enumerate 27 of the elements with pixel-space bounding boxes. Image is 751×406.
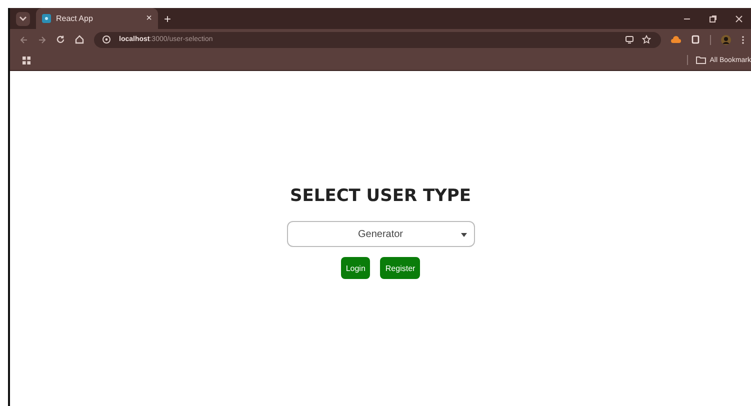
tab-title: React App: [56, 14, 93, 23]
forward-icon[interactable]: [38, 36, 46, 44]
tab-search-button[interactable]: [16, 12, 30, 26]
more-icon[interactable]: [741, 34, 745, 44]
folder-icon: [696, 56, 706, 64]
restore-icon[interactable]: [709, 14, 717, 22]
close-icon[interactable]: [735, 14, 743, 22]
register-button[interactable]: Register: [380, 257, 420, 279]
back-icon[interactable]: [20, 36, 28, 44]
star-icon[interactable]: [642, 35, 651, 44]
cast-icon[interactable]: [625, 35, 634, 44]
login-button[interactable]: Login: [340, 257, 370, 279]
apps-grid-icon[interactable]: [22, 56, 31, 64]
site-info-icon[interactable]: [102, 35, 111, 44]
profile-avatar-icon[interactable]: [721, 34, 731, 44]
page-heading: SELECT USER TYPE: [290, 186, 471, 206]
browser-tab[interactable]: React App ×: [36, 8, 158, 29]
extensions-icon[interactable]: [691, 35, 700, 44]
cloud-icon[interactable]: [671, 35, 681, 44]
caret-icon: [19, 16, 27, 22]
caret-icon: [460, 233, 466, 237]
home-icon[interactable]: [75, 35, 84, 44]
react-logo-icon: [42, 14, 51, 23]
tab-close-button[interactable]: ×: [146, 13, 152, 24]
reload-icon[interactable]: [56, 35, 65, 44]
user-type-dropdown[interactable]: Generator: [286, 221, 474, 247]
new-tab-button[interactable]: +: [164, 12, 172, 26]
